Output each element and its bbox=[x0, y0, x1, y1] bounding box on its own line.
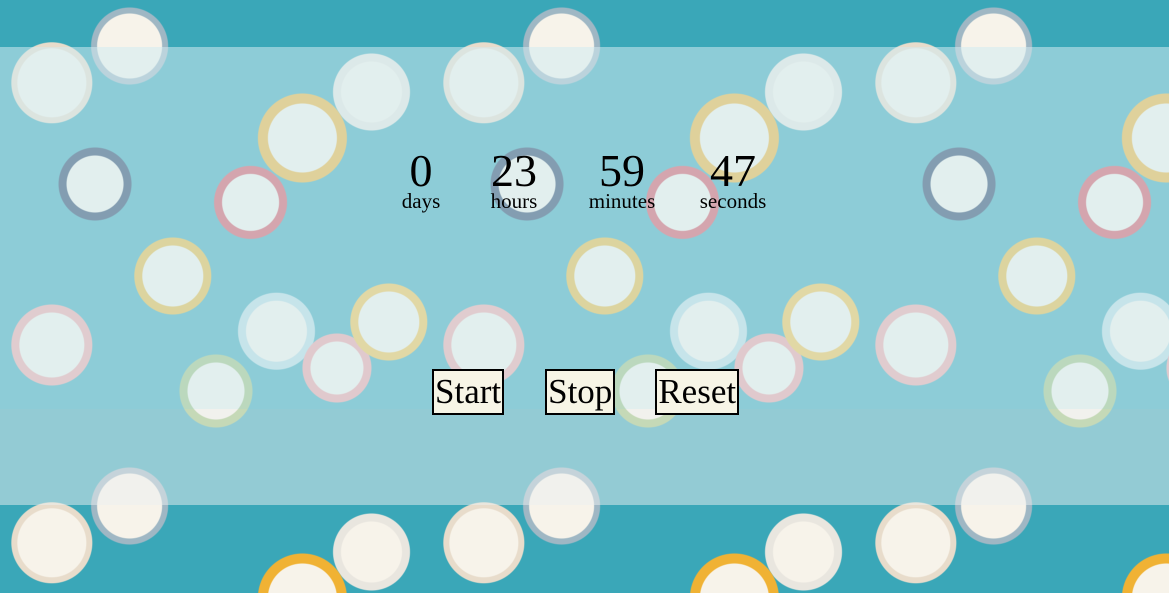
stop-button[interactable]: Stop bbox=[545, 369, 616, 415]
lower-band bbox=[0, 409, 1169, 505]
countdown-panel bbox=[0, 47, 1169, 409]
seconds-unit: 47 seconds bbox=[696, 146, 770, 213]
reset-button[interactable]: Reset bbox=[655, 369, 740, 415]
hours-label: hours bbox=[490, 189, 538, 213]
start-button[interactable]: Start bbox=[432, 369, 505, 415]
countdown-timer: 0 days 23 hours 59 minutes 47 seconds bbox=[398, 146, 770, 213]
days-label: days bbox=[401, 189, 441, 213]
days-unit: 0 days bbox=[398, 146, 444, 213]
minutes-label: minutes bbox=[588, 189, 656, 213]
seconds-label: seconds bbox=[699, 189, 767, 213]
hours-unit: 23 hours bbox=[490, 146, 538, 213]
timer-controls: Start Stop Reset bbox=[432, 369, 740, 415]
minutes-unit: 59 minutes bbox=[586, 146, 658, 213]
